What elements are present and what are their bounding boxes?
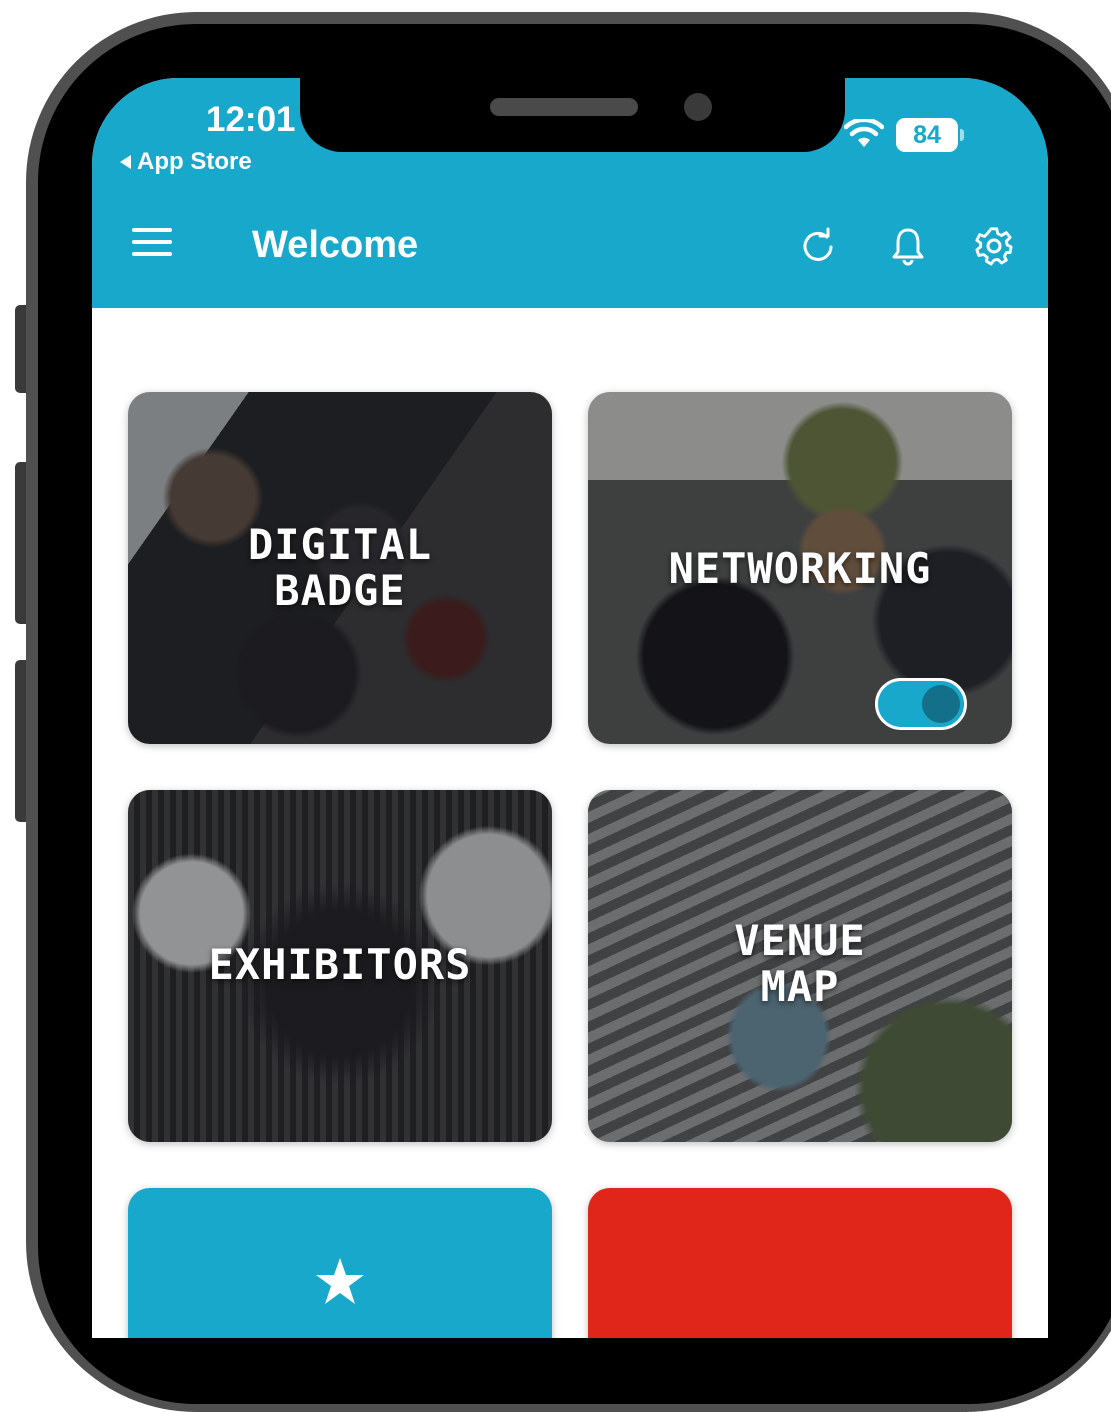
page-title: Welcome xyxy=(252,224,419,266)
battery-tip xyxy=(960,129,964,141)
refresh-icon[interactable] xyxy=(798,226,838,266)
back-arrow-icon xyxy=(120,155,131,169)
back-to-app-store[interactable]: App Store xyxy=(120,148,252,176)
back-label: App Store xyxy=(137,148,252,175)
bell-icon[interactable] xyxy=(888,226,928,266)
toggle-knob xyxy=(922,685,960,723)
tile-venue-map[interactable]: VENUE MAP xyxy=(588,790,1012,1142)
battery-indicator: 84 xyxy=(896,118,964,152)
gear-icon[interactable] xyxy=(974,226,1014,266)
speaker-grille xyxy=(490,98,638,116)
tile-label-networking: NETWORKING xyxy=(668,544,932,593)
battery-level: 84 xyxy=(896,118,958,152)
tile-favorites[interactable] xyxy=(128,1188,552,1338)
app-header: 12:01 App Store 84 Welcome xyxy=(92,78,1048,308)
tile-label-exhibitors: EXHIBITORS xyxy=(208,940,472,989)
tile-digital-badge[interactable]: DIGITAL BADGE xyxy=(128,392,552,744)
wifi-icon xyxy=(844,119,884,147)
status-time: 12:01 xyxy=(206,100,296,139)
tile-label-digital-badge: DIGITAL BADGE xyxy=(247,520,432,615)
networking-toggle[interactable] xyxy=(875,678,967,730)
tile-networking[interactable]: NETWORKING xyxy=(588,392,1012,744)
status-indicators: 84 xyxy=(844,118,964,152)
camera-notch xyxy=(300,78,845,152)
menu-icon[interactable] xyxy=(132,228,176,258)
star-icon xyxy=(316,1258,364,1304)
tile-label-venue-map: VENUE MAP xyxy=(734,916,866,1011)
tile-red-action[interactable] xyxy=(588,1188,1012,1338)
app-screen: 12:01 App Store 84 Welcome DIGITAL BADGE… xyxy=(92,78,1048,1338)
front-camera xyxy=(684,93,712,121)
tile-exhibitors[interactable]: EXHIBITORS xyxy=(128,790,552,1142)
